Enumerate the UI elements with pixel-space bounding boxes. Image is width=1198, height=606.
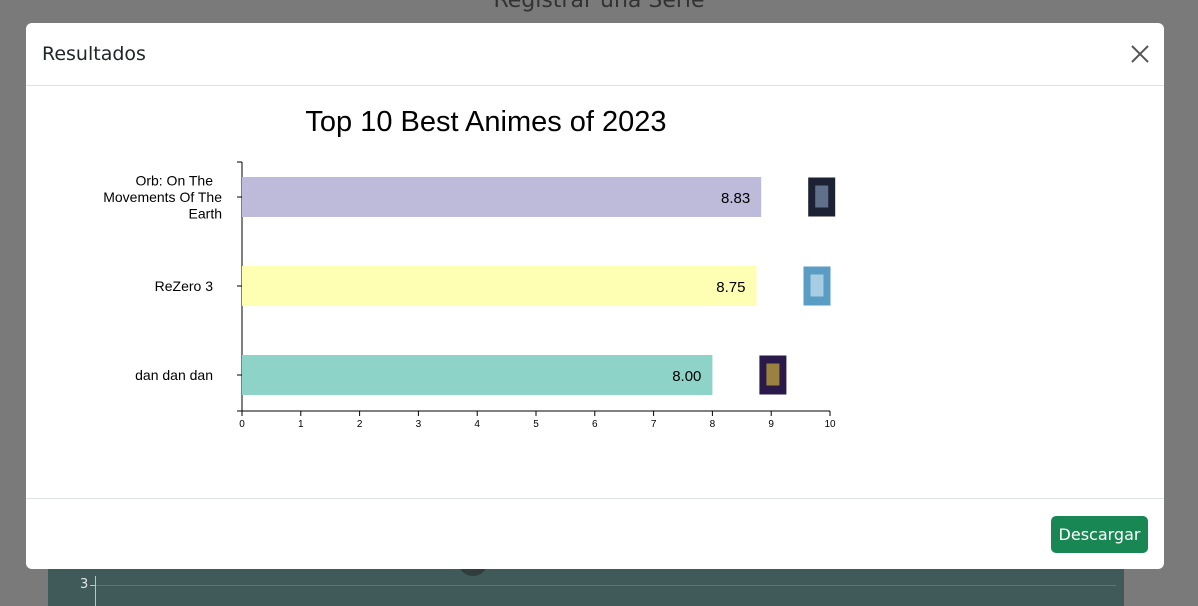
background-tick	[90, 585, 95, 586]
close-button[interactable]	[1129, 43, 1151, 65]
close-icon	[1131, 45, 1149, 63]
poster-thumbnail-figure	[810, 274, 824, 297]
x-tick-label: 3	[416, 419, 422, 430]
poster-thumbnail-figure	[766, 363, 780, 386]
x-tick-label: 8	[710, 419, 716, 430]
bar-value-label: 8.83	[721, 190, 750, 207]
bar	[242, 355, 713, 395]
background-chart-panel	[48, 566, 1124, 606]
x-tick-label: 1	[298, 419, 304, 430]
x-tick-label: 7	[651, 419, 657, 430]
background-axis	[95, 576, 96, 606]
download-button[interactable]: Descargar	[1051, 516, 1148, 553]
modal-footer: Descargar	[26, 498, 1164, 569]
background-page-title: Registrar una Serie	[493, 0, 705, 13]
background-gridline	[96, 585, 1116, 586]
modal-title: Resultados	[42, 43, 146, 65]
modal-body: Top 10 Best Animes of 2023 0 1 2 3 4 5 6 7 8 9 10 8…	[26, 86, 1164, 498]
background-tick-label: 3	[80, 577, 89, 592]
x-tick-label: 6	[592, 419, 598, 430]
category-label: Orb: On The	[135, 173, 213, 189]
bar-value-label: 8.75	[716, 279, 745, 296]
x-tick-label: 10	[824, 419, 836, 430]
modal-header: Resultados	[26, 23, 1164, 86]
x-tick-label: 4	[474, 419, 480, 430]
chart-title: Top 10 Best Animes of 2023	[305, 106, 666, 138]
category-label: dan dan dan	[135, 367, 213, 383]
results-modal: Resultados Top 10 Best Animes of 2023 0 1…	[26, 23, 1164, 569]
x-tick-label: 2	[357, 419, 363, 430]
category-label: Earth	[189, 206, 222, 222]
bar	[242, 177, 762, 217]
x-tick-label: 0	[239, 419, 245, 430]
x-tick-label: 9	[768, 419, 774, 430]
category-label: ReZero 3	[155, 278, 214, 294]
poster-thumbnail-figure	[815, 185, 829, 208]
x-tick-label: 5	[533, 419, 539, 430]
bar	[242, 266, 757, 306]
category-label: Movements Of The	[103, 189, 222, 205]
bar-value-label: 8.00	[672, 368, 701, 385]
bar-chart: Top 10 Best Animes of 2023 0 1 2 3 4 5 6 7 8 9 10 8…	[103, 106, 836, 430]
